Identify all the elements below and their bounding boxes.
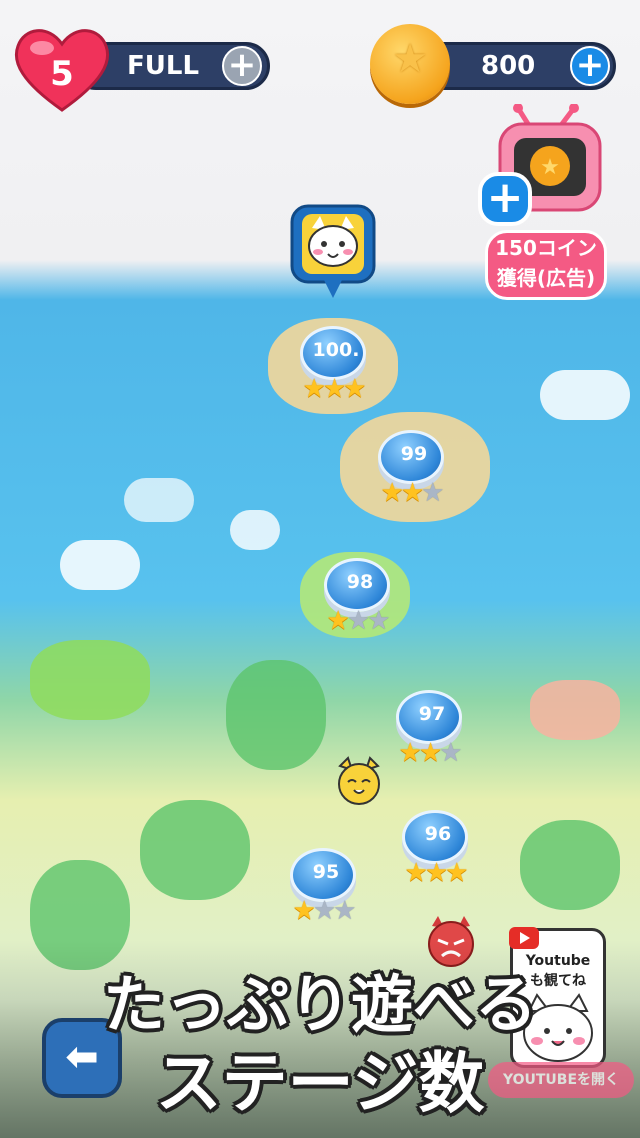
ad-reward-label-line2: 獲得(広告) bbox=[496, 266, 596, 290]
svg-text:★: ★ bbox=[540, 155, 560, 180]
cloud bbox=[60, 540, 140, 590]
level-node[interactable]: 96 ★★★ bbox=[390, 810, 480, 900]
cat-face-icon bbox=[334, 756, 384, 806]
star-filled-icon: ★ bbox=[400, 478, 424, 508]
tree bbox=[140, 800, 250, 900]
level-button[interactable]: 95 bbox=[290, 848, 356, 902]
level-stars: ★★★ bbox=[288, 374, 378, 404]
level-number: 98 bbox=[346, 571, 374, 593]
add-lives-button[interactable]: + bbox=[222, 46, 262, 86]
level-node[interactable]: 98 ★★★ bbox=[312, 558, 402, 648]
star-filled-icon: ★ bbox=[424, 858, 448, 888]
ad-reward-label-line1: 150コイン bbox=[495, 236, 597, 260]
level-stars: ★★★ bbox=[384, 738, 474, 768]
heart-icon: 5 bbox=[12, 22, 112, 114]
level-button[interactable]: 97 bbox=[396, 690, 462, 744]
cloud bbox=[540, 370, 630, 420]
tree bbox=[226, 660, 326, 770]
star-empty-icon: ★ bbox=[367, 606, 390, 636]
star-empty-icon: ★ bbox=[421, 478, 444, 508]
add-coins-button[interactable]: + bbox=[570, 46, 610, 86]
star-empty-icon: ★ bbox=[439, 738, 462, 768]
level-node[interactable]: 97 ★★★ bbox=[384, 690, 474, 780]
youtube-logo-icon bbox=[509, 927, 539, 949]
svg-text:+: + bbox=[487, 172, 524, 223]
level-node[interactable]: 95 ★★★ bbox=[278, 848, 368, 938]
star-empty-icon: ★ bbox=[333, 896, 356, 926]
level-button[interactable]: 99 bbox=[378, 430, 444, 484]
star-filled-icon: ★ bbox=[302, 374, 326, 404]
level-stars: ★★★ bbox=[312, 606, 402, 636]
cloud bbox=[124, 478, 194, 522]
level-number: 96 bbox=[424, 823, 452, 845]
level-button[interactable]: 100. bbox=[300, 326, 366, 380]
tree bbox=[520, 820, 620, 910]
coin-icon: ★ bbox=[370, 24, 450, 104]
star-filled-icon: ★ bbox=[404, 858, 428, 888]
level-stars: ★★★ bbox=[390, 858, 480, 888]
lives-status: FULL bbox=[127, 51, 200, 81]
ad-reward-button[interactable]: ★ + bbox=[478, 103, 608, 234]
level-node[interactable]: 100. ★★★ bbox=[288, 326, 378, 416]
star-empty-icon: ★ bbox=[312, 896, 336, 926]
bush bbox=[530, 680, 620, 740]
level-button[interactable]: 98 bbox=[324, 558, 390, 612]
bush bbox=[30, 640, 150, 720]
level-stars: ★★★ bbox=[366, 478, 456, 508]
star-filled-icon: ★ bbox=[380, 478, 404, 508]
star-empty-icon: ★ bbox=[346, 606, 370, 636]
level-number: 97 bbox=[418, 703, 446, 725]
star-filled-icon: ★ bbox=[343, 374, 366, 404]
star-filled-icon: ★ bbox=[445, 858, 468, 888]
coin-count: 800 bbox=[481, 51, 536, 81]
star-filled-icon: ★ bbox=[322, 374, 346, 404]
star-filled-icon: ★ bbox=[418, 738, 442, 768]
level-number: 100. bbox=[312, 339, 360, 361]
level-number: 95 bbox=[312, 861, 340, 883]
star-filled-icon: ★ bbox=[398, 738, 422, 768]
lives-count: 5 bbox=[50, 54, 74, 94]
level-stars: ★★★ bbox=[278, 896, 368, 926]
cloud bbox=[230, 510, 280, 550]
ad-reward-label[interactable]: 150コイン 獲得(広告) bbox=[485, 230, 607, 300]
level-node[interactable]: 99 ★★★ bbox=[366, 430, 456, 520]
level-button[interactable]: 96 bbox=[402, 810, 468, 864]
level-number: 99 bbox=[400, 443, 428, 465]
player-marker bbox=[290, 204, 376, 304]
coin-star-icon: ★ bbox=[392, 36, 428, 82]
star-filled-icon: ★ bbox=[292, 896, 316, 926]
star-filled-icon: ★ bbox=[326, 606, 350, 636]
promo-text-line2: ステージ数 bbox=[155, 1045, 485, 1122]
